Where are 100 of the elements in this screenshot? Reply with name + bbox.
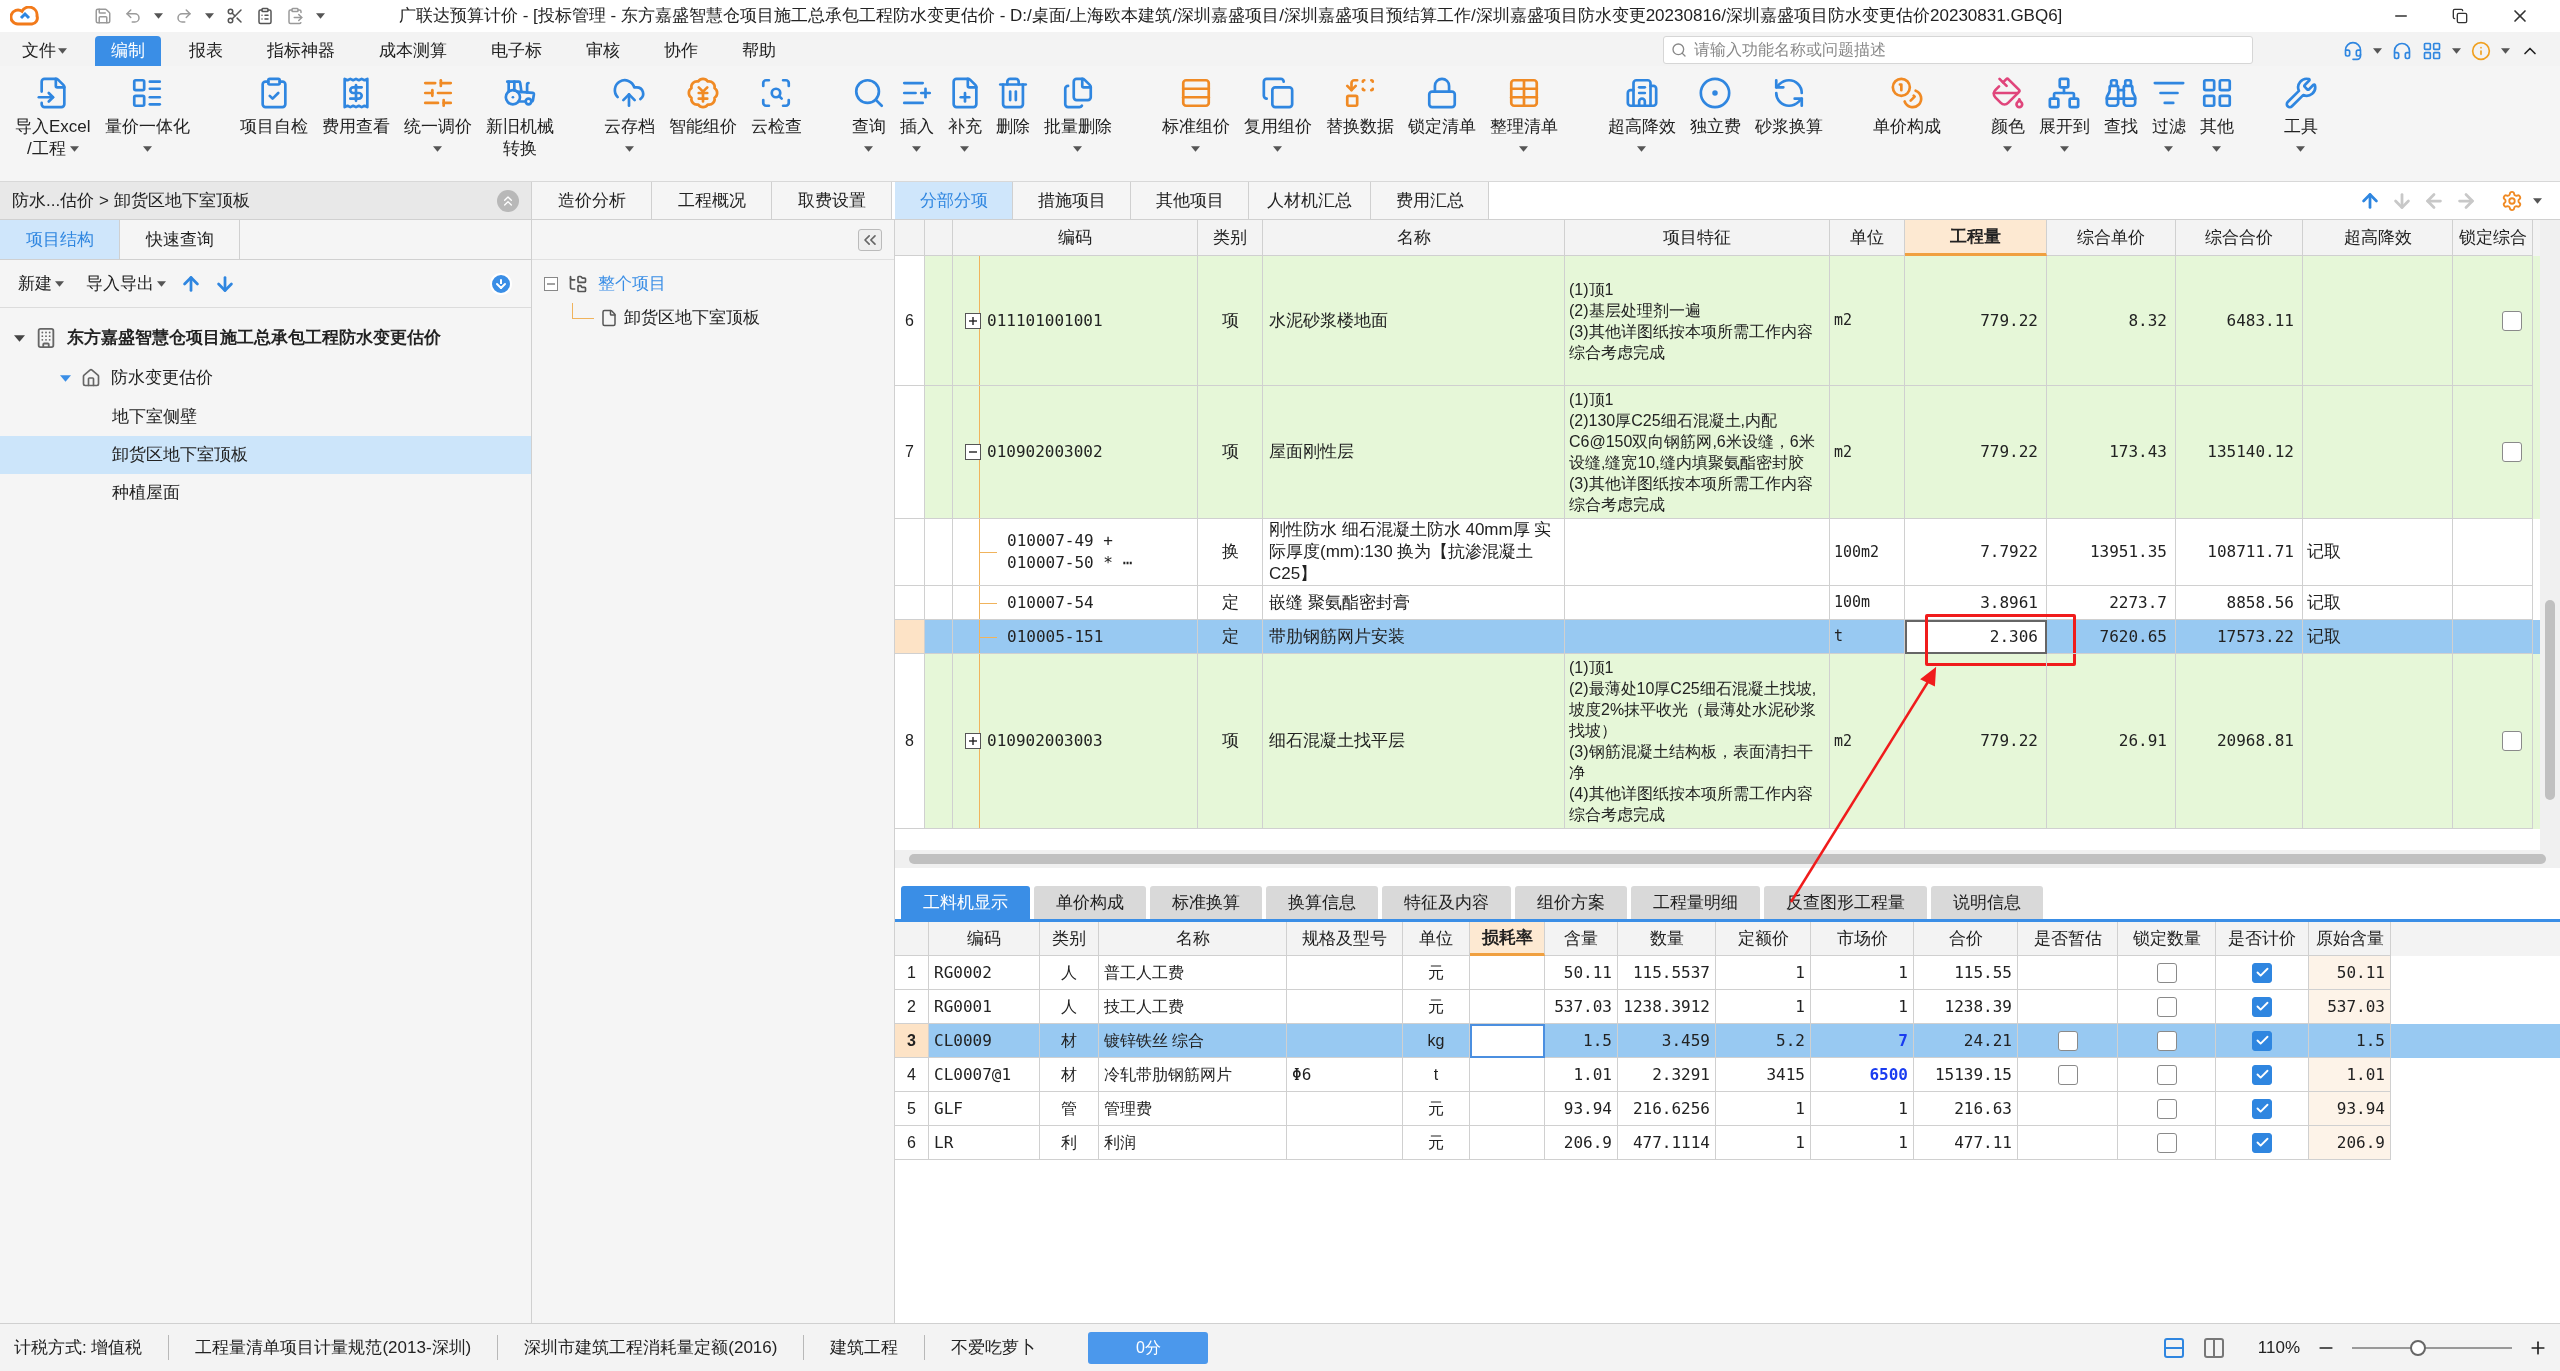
toolbar-button[interactable]: 颜色 — [1983, 76, 2032, 152]
toolbar-button[interactable]: 整理清单 — [1482, 76, 1565, 152]
menu-item[interactable]: 成本测算 — [363, 36, 463, 66]
tree-item[interactable]: 东方嘉盛智慧仓项目施工总承包工程防水变更估价 — [0, 318, 531, 358]
menu-item[interactable]: 电子标 — [475, 36, 558, 66]
undo-icon[interactable] — [124, 7, 142, 25]
toolbar-button[interactable]: 新旧机械 转换 — [478, 76, 561, 160]
table-row[interactable]: 3 CL0009 材 镀锌铁丝 综合 kg 1.5 3.459 5.2 7 24.21 1.5 — [895, 1024, 2560, 1058]
checkbox[interactable] — [2502, 442, 2522, 462]
toolbar-button[interactable]: 替换数据 — [1318, 76, 1401, 152]
toolbar-button[interactable]: 独立费 — [1682, 76, 1748, 152]
toolbar-button[interactable]: 补充 — [940, 76, 989, 152]
checkbox[interactable] — [2502, 310, 2522, 331]
support-icon[interactable] — [2392, 41, 2412, 61]
checkbox[interactable] — [2252, 962, 2272, 983]
detail-tab[interactable]: 组价方案 — [1515, 886, 1627, 919]
cut-icon[interactable] — [226, 7, 244, 25]
redo-icon[interactable] — [175, 7, 193, 25]
download-icon[interactable] — [489, 271, 513, 296]
main-tab[interactable]: 措施项目 — [1013, 182, 1131, 219]
checkbox[interactable] — [2252, 1030, 2272, 1051]
checkbox[interactable] — [2057, 1064, 2078, 1085]
zoom-slider[interactable] — [2352, 1338, 2512, 1357]
checkbox[interactable] — [2057, 1030, 2078, 1051]
column-header[interactable]: 损耗率 — [1470, 922, 1545, 956]
tree-item[interactable]: 种植屋面 — [0, 474, 531, 512]
detail-tab[interactable]: 工程量明细 — [1631, 886, 1760, 919]
tree-item[interactable]: 卸货区地下室顶板 — [0, 436, 531, 474]
save-icon[interactable] — [94, 7, 112, 25]
tree-item[interactable]: 防水变更估价 — [0, 358, 531, 398]
toolbar-button[interactable]: 工具 — [2276, 76, 2325, 152]
detail-tab[interactable]: 标准换算 — [1150, 886, 1262, 919]
checkbox[interactable] — [2156, 1030, 2177, 1051]
main-tab[interactable]: 费用汇总 — [1371, 182, 1489, 219]
checkbox[interactable] — [2156, 996, 2177, 1017]
toolbar-button[interactable]: 过滤 — [2144, 76, 2193, 152]
table-row[interactable]: 8 010902003003 项 细石混凝土找平层 (1)顶1 (2)最薄处10厚C25细石混凝土找坡,坡度2%抹平收光（最薄处水泥砂浆找坡） (3)钢筋混凝土结构板，表面清扫干净 (4)其他详图纸按本项所需工作内容综合考虑完成 m2 779.22 26.91 20968.81 — [895, 654, 2540, 829]
main-tab[interactable]: 其他项目 — [1131, 182, 1249, 219]
columns-view-icon[interactable] — [2201, 1335, 2226, 1360]
menu-item[interactable]: 帮助 — [726, 36, 792, 66]
apps-icon[interactable] — [2422, 41, 2442, 61]
toolbar-button[interactable]: 云存档 — [596, 76, 662, 152]
toolbar-button[interactable]: 查询 — [844, 76, 893, 152]
checkbox[interactable] — [2252, 1064, 2272, 1085]
toolbar-button[interactable]: 超高降效 — [1600, 76, 1683, 152]
plus-icon[interactable] — [965, 733, 981, 749]
minus-icon[interactable] — [965, 444, 981, 460]
slider-thumb[interactable] — [2409, 1339, 2426, 1356]
toolbar-button[interactable]: 费用查看 — [314, 76, 397, 160]
table-row[interactable]: 6 011101001001 项 水泥砂浆楼地面 (1)顶1 (2)基层处理剂一遍 (3)其他详图纸按本项所需工作内容综合考虑完成 m2 779.22 8.32 6483.11 — [895, 256, 2540, 386]
info-icon[interactable] — [2471, 41, 2491, 61]
toolbar-button[interactable]: 导入Excel /工程 — [8, 76, 98, 160]
collapse-panel-icon[interactable] — [858, 228, 882, 251]
toolbar-button[interactable]: 智能组价 — [661, 76, 744, 152]
menu-item[interactable]: 指标神器 — [251, 36, 351, 66]
toolbar-button[interactable]: 其他 — [2192, 76, 2241, 152]
view-tab[interactable]: 取费设置 — [772, 182, 892, 219]
toolbar-button[interactable]: 批量删除 — [1036, 76, 1119, 152]
tree-item[interactable]: 卸货区地下室顶板 — [624, 305, 760, 331]
main-tab[interactable]: 人材机汇总 — [1249, 182, 1371, 219]
toolbar-button[interactable]: 删除 — [988, 76, 1037, 152]
menu-item[interactable]: 文件 — [6, 36, 83, 66]
toolbar-button[interactable]: 统一调价 — [396, 76, 479, 160]
toolbar-button[interactable]: 查找 — [2096, 76, 2145, 152]
table-row[interactable]: 7 010902003002 项 屋面刚性层 (1)顶1 (2)130厚C25细石混凝土,内配C6@150双向钢筋网,6米设缝，6米设缝,缝宽10,缝内填聚氨酯密封胶 (3)其他详图纸按本项所需工作内容综合考虑完成 m2 779.22 173.43 135140.12 — [895, 386, 2540, 519]
view-tab[interactable]: 工程概况 — [652, 182, 772, 219]
checkbox[interactable] — [2502, 731, 2522, 751]
restore-icon[interactable] — [2452, 8, 2468, 24]
detail-tab[interactable]: 换算信息 — [1266, 886, 1378, 919]
view-tab[interactable]: 造价分析 — [532, 182, 652, 219]
toolbar-button[interactable]: 项目自检 — [232, 76, 315, 160]
menu-item[interactable]: 审核 — [570, 36, 636, 66]
menu-item[interactable]: 协作 — [648, 36, 714, 66]
minus-icon[interactable] — [544, 277, 558, 291]
rows-view-icon[interactable] — [2161, 1335, 2186, 1360]
column-settings-icon[interactable] — [2501, 189, 2523, 212]
copy-icon[interactable] — [256, 7, 274, 25]
checkbox[interactable] — [2252, 1132, 2272, 1153]
menu-item[interactable]: 报表 — [173, 36, 239, 66]
toolbar-button[interactable]: 插入 — [892, 76, 941, 152]
checkbox[interactable] — [2252, 1098, 2272, 1119]
toolbar-button[interactable]: 锁定清单 — [1400, 76, 1483, 152]
toolbar-button[interactable]: 量价一体化 — [97, 76, 197, 160]
tree-item[interactable]: 地下室侧壁 — [0, 398, 531, 436]
headset-icon[interactable] — [2343, 41, 2363, 61]
plus-icon[interactable] — [965, 312, 981, 329]
toolbar-button[interactable]: 单价构成 — [1865, 76, 1948, 138]
toolbar-button[interactable]: 云检查 — [743, 76, 809, 152]
detail-tab[interactable]: 单价构成 — [1034, 886, 1146, 919]
action-button[interactable]: 新建 — [18, 270, 64, 297]
detail-tab[interactable]: 特征及内容 — [1382, 886, 1511, 919]
toolbar-button[interactable]: 复用组价 — [1236, 76, 1319, 152]
detail-tab[interactable]: 说明信息 — [1931, 886, 2043, 919]
column-header[interactable]: 工程量 — [1905, 220, 2047, 256]
toolbar-button[interactable]: 砂浆换算 — [1747, 76, 1830, 152]
checkbox[interactable] — [2156, 1132, 2177, 1153]
action-button[interactable]: 导入导出 — [86, 270, 166, 297]
search-field[interactable]: 请输入功能名称或问题描述 — [1663, 36, 2253, 64]
checkbox[interactable] — [2156, 962, 2177, 983]
toolbar-button[interactable]: 标准组价 — [1154, 76, 1237, 152]
